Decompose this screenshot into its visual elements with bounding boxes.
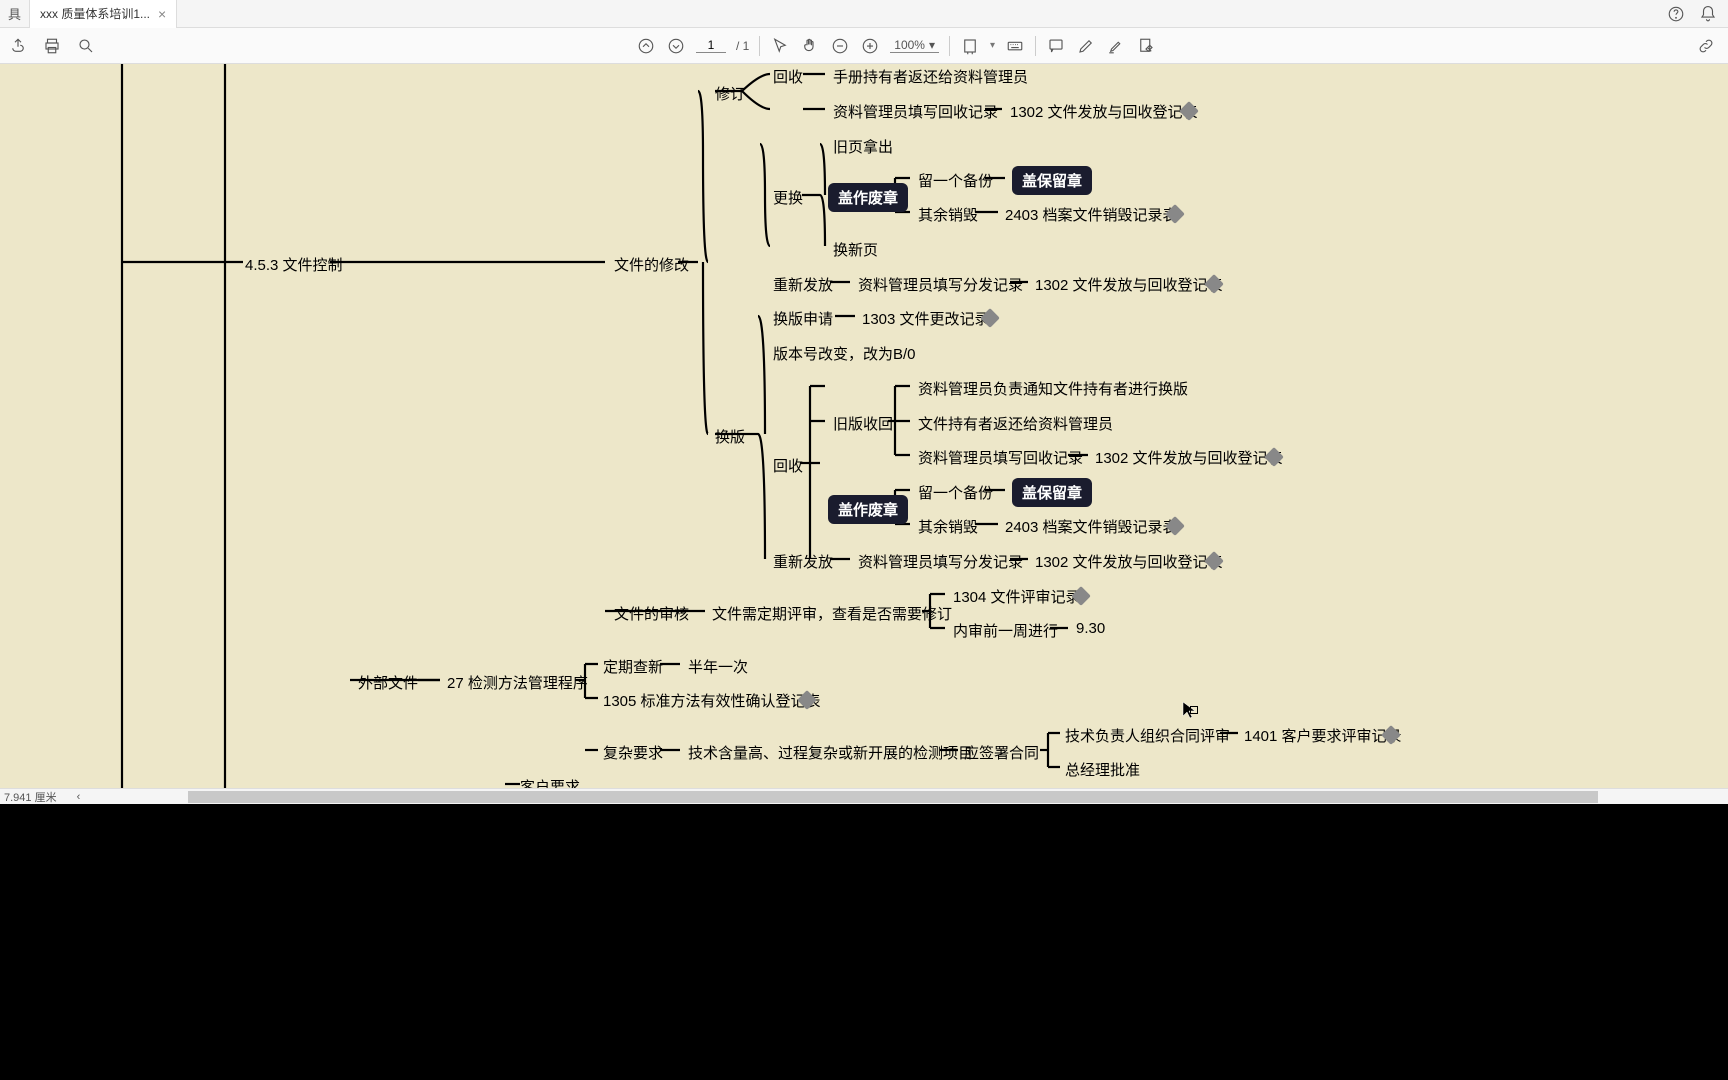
node-waibu: 外部文件 bbox=[358, 672, 418, 693]
node-huanban: 换版 bbox=[715, 426, 745, 447]
file-tab[interactable]: xxx 质量体系培训1... × bbox=[30, 0, 177, 28]
node-1302-1: 1302 文件发放与回收登记表 bbox=[1010, 101, 1198, 122]
node-huishou2: 回收 bbox=[773, 455, 803, 476]
node-huishou1: 回收 bbox=[773, 66, 803, 87]
node-1401: 1401 客户要求评审记录 bbox=[1244, 725, 1402, 746]
zoom-in-icon[interactable] bbox=[860, 36, 880, 56]
node-453: 4.5.3 文件控制 bbox=[245, 254, 343, 275]
node-neishen: 内审前一周进行 bbox=[953, 620, 1058, 641]
bell-icon[interactable] bbox=[1698, 4, 1718, 24]
node-huanban-shenqing: 换版申请 bbox=[773, 308, 833, 329]
node-ziliao-fenfa1: 资料管理员填写分发记录 bbox=[858, 274, 1023, 295]
black-region bbox=[0, 804, 1728, 1080]
cursor-box bbox=[1190, 706, 1198, 714]
node-liubeifen1: 留一个备份 bbox=[918, 170, 993, 191]
node-ziliao-huishou: 资料管理员填写回收记录 bbox=[833, 101, 998, 122]
node-yingqian: 应签署合同 bbox=[964, 742, 1039, 763]
page-down-icon[interactable] bbox=[666, 36, 686, 56]
node-chongxin2: 重新发放 bbox=[773, 551, 833, 572]
page-total: / 1 bbox=[736, 39, 749, 53]
keyboard-icon[interactable] bbox=[1005, 36, 1025, 56]
node-qiyuxiaohu2: 其余销毁 bbox=[918, 516, 978, 537]
document-canvas[interactable]: 4.5.3 文件控制 文件的修改 修订 回收 手册持有者返还给资料管理员 资料管… bbox=[0, 64, 1728, 788]
node-xiuding: 修订 bbox=[715, 83, 745, 104]
node-jishu-fuze: 技术负责人组织合同评审 bbox=[1065, 725, 1230, 746]
link-icon[interactable] bbox=[1696, 36, 1716, 56]
node-qiyuxiaohu1: 其余销毁 bbox=[918, 204, 978, 225]
node-doc-modify: 文件的修改 bbox=[614, 254, 689, 275]
help-icon[interactable] bbox=[1666, 4, 1686, 24]
page-input[interactable] bbox=[696, 38, 726, 53]
zoom-dropdown[interactable]: 100%▾ bbox=[890, 38, 939, 53]
node-gaizuofei2: 盖作废章 bbox=[828, 495, 908, 524]
edit-doc-icon[interactable] bbox=[1136, 36, 1156, 56]
node-gaibaoliu2: 盖保留章 bbox=[1012, 478, 1092, 507]
chevron-down-icon: ▾ bbox=[929, 38, 935, 52]
node-27: 27 检测方法管理程序 bbox=[447, 672, 588, 693]
node-ziliao-fenfa2: 资料管理员填写分发记录 bbox=[858, 551, 1023, 572]
statusbar: 7.941 厘米 ‹ bbox=[0, 788, 1728, 804]
page-up-icon[interactable] bbox=[636, 36, 656, 56]
node-wenjian-fanhuan: 文件持有者返还给资料管理员 bbox=[918, 413, 1113, 434]
node-2403-1: 2403 档案文件销毁记录表 bbox=[1005, 204, 1178, 225]
hand-icon[interactable] bbox=[800, 36, 820, 56]
horizontal-scrollbar[interactable] bbox=[188, 791, 1598, 803]
scroll-left-icon[interactable]: ‹ bbox=[77, 791, 81, 803]
node-2403-2: 2403 档案文件销毁记录表 bbox=[1005, 516, 1178, 537]
comment-icon[interactable] bbox=[1046, 36, 1066, 56]
node-ziliao-huishou2: 资料管理员填写回收记录 bbox=[918, 447, 1083, 468]
node-1303: 1303 文件更改记录 bbox=[862, 308, 990, 329]
node-jishu: 技术含量高、过程复杂或新开展的检测项目 bbox=[688, 742, 973, 763]
node-1302-3: 1302 文件发放与回收登记表 bbox=[1095, 447, 1283, 468]
search-icon[interactable] bbox=[76, 36, 96, 56]
node-fuza: 复杂要求 bbox=[603, 742, 663, 763]
toolbar: / 1 100%▾ ▾ bbox=[0, 28, 1728, 64]
node-dingqi-chaxin: 定期查新 bbox=[603, 656, 663, 677]
node-shouce: 手册持有者返还给资料管理员 bbox=[833, 66, 1028, 87]
pen-icon[interactable] bbox=[1076, 36, 1096, 56]
highlighter-icon[interactable] bbox=[1106, 36, 1126, 56]
titlebar: 具 xxx 质量体系培训1... × bbox=[0, 0, 1728, 28]
fit-width-icon[interactable] bbox=[960, 36, 980, 56]
node-zongjingli: 总经理批准 bbox=[1065, 759, 1140, 780]
node-1302-2: 1302 文件发放与回收登记表 bbox=[1035, 274, 1223, 295]
chevron-down-icon: ▾ bbox=[990, 40, 995, 51]
node-jiuye: 旧页拿出 bbox=[833, 136, 893, 157]
close-icon[interactable]: × bbox=[158, 6, 166, 22]
node-dingqi-pingshen: 文件需定期评审，查看是否需要修订 bbox=[712, 603, 952, 624]
node-genghuan: 更换 bbox=[773, 187, 803, 208]
node-gaibaoliu1: 盖保留章 bbox=[1012, 166, 1092, 195]
node-gaizuofei1: 盖作废章 bbox=[828, 183, 908, 212]
tab-stub: 具 bbox=[0, 0, 30, 28]
pointer-icon[interactable] bbox=[770, 36, 790, 56]
node-ziliao-tongzhi: 资料管理员负责通知文件持有者进行换版 bbox=[918, 378, 1188, 399]
node-1305: 1305 标准方法有效性确认登记表 bbox=[603, 690, 821, 711]
upload-icon[interactable] bbox=[8, 36, 28, 56]
node-banben: 版本号改变，改为B/0 bbox=[773, 343, 916, 364]
tab-title: xxx 质量体系培训1... bbox=[40, 5, 150, 22]
node-kehu: 客户要求 bbox=[520, 776, 580, 788]
node-huanxinye: 换新页 bbox=[833, 239, 878, 260]
node-wenjian-shenhe: 文件的审核 bbox=[614, 603, 689, 624]
node-chongxin1: 重新发放 bbox=[773, 274, 833, 295]
node-bannian: 半年一次 bbox=[688, 656, 748, 677]
zoom-out-icon[interactable] bbox=[830, 36, 850, 56]
node-1304: 1304 文件评审记录 bbox=[953, 586, 1081, 607]
print-icon[interactable] bbox=[42, 36, 62, 56]
node-liubeifen2: 留一个备份 bbox=[918, 482, 993, 503]
node-jiuban-shouhui: 旧版收回 bbox=[833, 413, 893, 434]
node-1302-4: 1302 文件发放与回收登记表 bbox=[1035, 551, 1223, 572]
status-coord: 7.941 厘米 bbox=[4, 789, 57, 805]
node-930: 9.30 bbox=[1076, 620, 1105, 637]
